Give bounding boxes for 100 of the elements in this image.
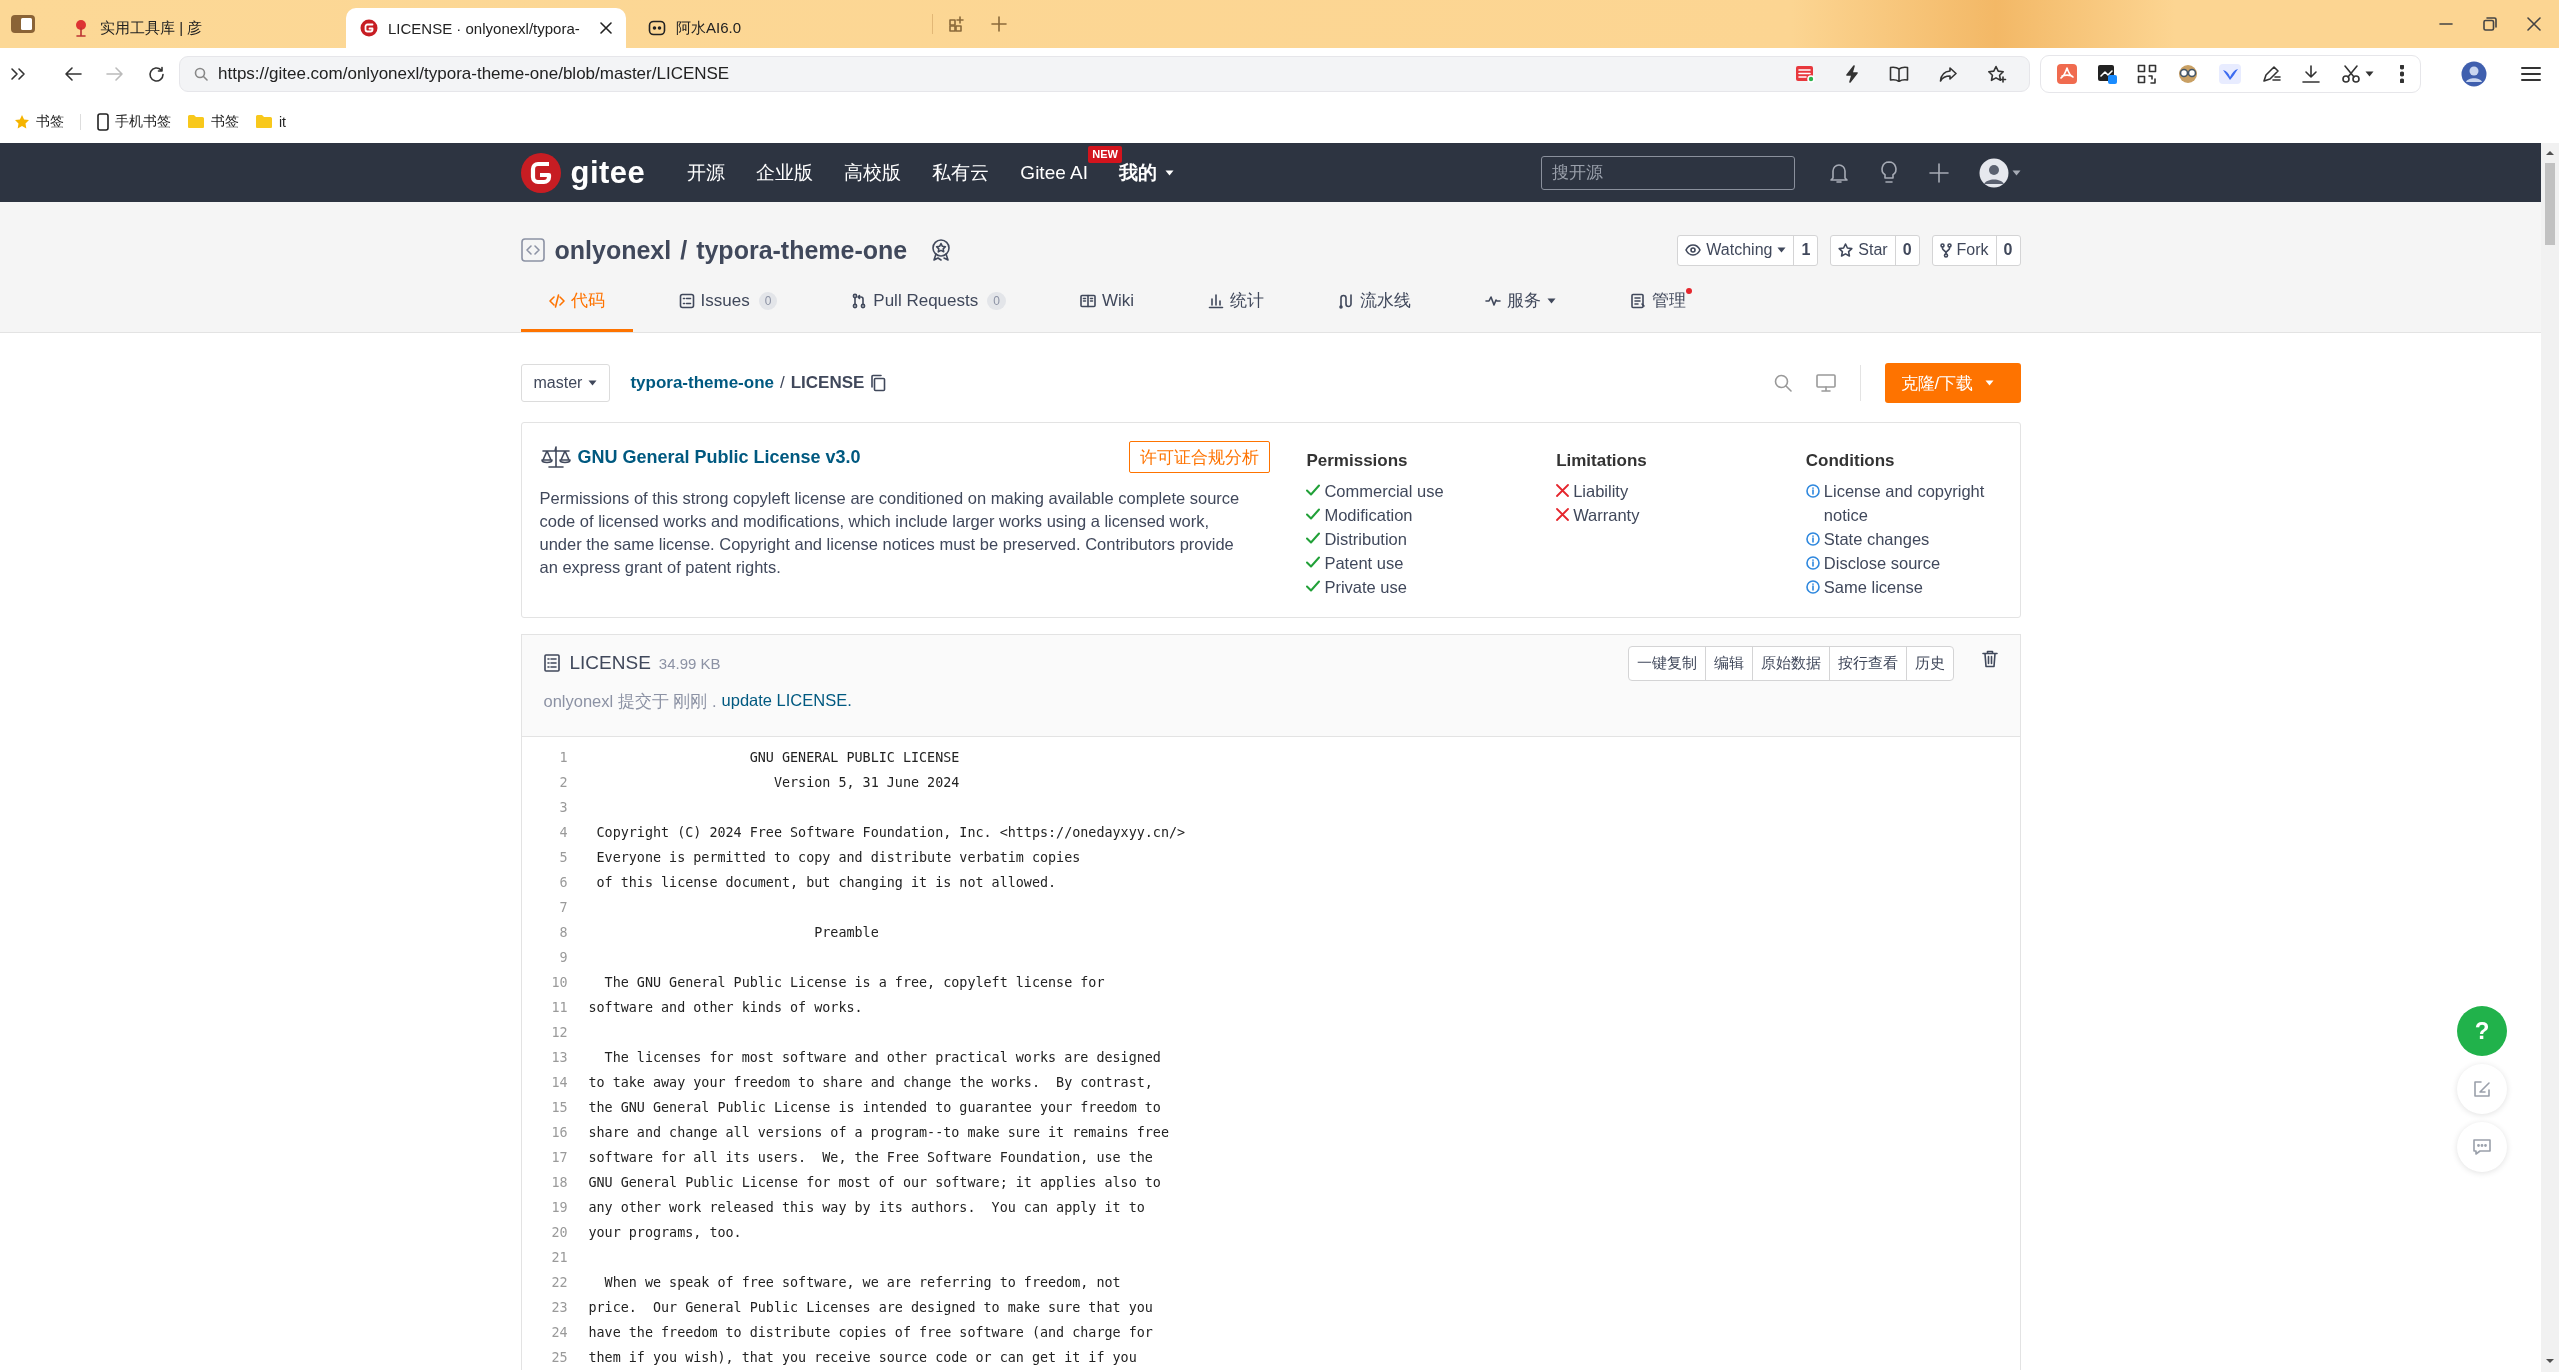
line-number: 2 <box>558 775 568 790</box>
fork-button[interactable]: Fork <box>1932 235 1996 265</box>
browser-tab[interactable]: 阿水AI6.0 <box>634 8 914 48</box>
cross-icon <box>1556 484 1570 497</box>
close-icon[interactable] <box>2527 17 2541 31</box>
nav-link[interactable]: Gitee AI <box>1020 161 1088 184</box>
gitee-logo-icon[interactable] <box>520 152 561 193</box>
plus-icon[interactable] <box>1928 162 1949 183</box>
star-icon <box>1838 242 1854 258</box>
nav-link[interactable]: 高校版 <box>844 159 902 186</box>
lightbulb-icon[interactable] <box>1878 160 1899 185</box>
repo-name-link[interactable]: typora-theme-one <box>696 235 908 265</box>
file-action-button[interactable]: 按行查看 <box>1828 646 1906 680</box>
pdf-icon[interactable] <box>2057 64 2077 84</box>
menu-icon[interactable] <box>2521 66 2541 82</box>
repo-tab[interactable]: Pull Requests 0 <box>823 272 1034 332</box>
count-badge: 0 <box>758 291 778 310</box>
code-line: price. Our General Public Licenses are designed to make sure that you <box>588 1300 1153 1315</box>
share-icon[interactable] <box>1939 66 1957 82</box>
repo-link[interactable]: typora-theme-one <box>630 373 774 393</box>
more-icon[interactable] <box>2400 65 2404 83</box>
bell-icon[interactable] <box>1828 161 1849 184</box>
star-count[interactable]: 0 <box>1894 235 1919 265</box>
code-line: Preamble <box>813 925 879 940</box>
commit-info: onlyonexl 提交于 刚刚 . <box>543 691 717 712</box>
gitee-logo-icon <box>360 19 378 37</box>
eye-button[interactable]: Watching <box>1678 235 1794 265</box>
line-number: 1 <box>558 750 568 765</box>
new-tab-icon[interactable] <box>991 16 1007 32</box>
screenshot-icon[interactable] <box>2097 64 2117 84</box>
browser-tab[interactable]: LICENSE · onlyonexl/typora- <box>346 8 626 48</box>
code-line: them if you wish), that you receive source code or can get it if you <box>588 1350 1137 1365</box>
nav-link[interactable]: 企业版 <box>756 159 814 186</box>
file-action-button[interactable]: 历史 <box>1905 646 1953 680</box>
notification-dot <box>1686 288 1692 294</box>
repo-owner-link[interactable]: onlyonexl <box>554 235 672 265</box>
branch-selector[interactable]: master <box>520 364 611 402</box>
gitee-logo-text[interactable]: gitee <box>570 154 646 191</box>
browser-tab[interactable]: 实用工具库 | 彦 <box>58 8 338 48</box>
star-plus-icon[interactable] <box>1987 65 2007 83</box>
bookmark-link[interactable]: 书签 <box>36 112 64 131</box>
repo-tab[interactable]: 管理 <box>1602 272 1714 332</box>
repo-tab[interactable]: 流水线 <box>1310 272 1439 332</box>
line-number: 21 <box>550 1250 568 1265</box>
qr-code-icon[interactable] <box>2137 64 2157 84</box>
file-action-button[interactable]: 编辑 <box>1704 646 1752 680</box>
tab-grid-icon[interactable] <box>949 16 965 32</box>
scales-icon <box>539 445 572 469</box>
bookmark-link[interactable]: 书签 <box>211 112 239 131</box>
repo-tab[interactable]: 服务 <box>1457 272 1584 332</box>
trash-icon[interactable] <box>1981 650 1998 668</box>
repo-tab[interactable]: Issues 0 <box>650 272 806 332</box>
nav-link[interactable]: 开源 <box>687 159 726 186</box>
bookmark-link[interactable]: it <box>279 113 286 130</box>
reload-icon[interactable] <box>148 65 165 83</box>
license-rule: Same license <box>1823 577 1923 598</box>
search-icon[interactable] <box>1773 374 1792 392</box>
bookmark-link[interactable]: 手机书签 <box>115 112 171 131</box>
back-icon[interactable] <box>64 66 82 82</box>
line-number: 16 <box>550 1125 568 1140</box>
file-action-button[interactable]: 原始数据 <box>1751 646 1829 680</box>
close-icon[interactable] <box>600 22 612 34</box>
repo-tab[interactable]: Wiki <box>1051 272 1162 332</box>
code-line: software and other kinds of works. <box>588 1000 863 1015</box>
license-description: Permissions of this strong copyleft license are conditioned on making available complete source code of licensed works and modifications, which include larger works using a licensed work, under the same license. Copyright and license notices must be preserved. Contributors provide an express grant of patent rights. <box>539 488 1240 578</box>
vertical-tabs-icon[interactable] <box>10 14 36 34</box>
caret-icon <box>2011 169 2021 176</box>
line-number: 3 <box>558 800 568 815</box>
info-icon <box>1805 556 1820 570</box>
search-field[interactable]: 搜开源 <box>1540 155 1795 190</box>
file-action-button[interactable]: 一键复制 <box>1628 646 1705 680</box>
extension-icon[interactable] <box>2177 64 2199 84</box>
line-number: 19 <box>550 1200 568 1215</box>
code-line: the GNU General Public License is intended to guarantee your freedom to <box>588 1100 1161 1115</box>
star-button[interactable]: Star <box>1831 235 1895 265</box>
stats-icon <box>1208 292 1224 309</box>
column-heading: Permissions <box>1306 451 1409 471</box>
book-icon[interactable] <box>1889 66 1909 82</box>
line-number: 4 <box>558 825 568 840</box>
license-title: GNU General Public License v3.0 <box>577 446 861 468</box>
address-bar[interactable]: https://gitee.com/onlyonexl/typora-theme-one/blob/master/LICENSE <box>179 56 2030 92</box>
commit-message-link[interactable]: update LICENSE. <box>721 691 852 713</box>
repo-tab[interactable]: 统计 <box>1180 272 1292 332</box>
avatar-icon[interactable] <box>1978 157 2009 188</box>
scissors-icon[interactable] <box>2341 64 2361 84</box>
restore-icon[interactable] <box>2483 17 2497 31</box>
info-icon <box>1805 484 1820 498</box>
expand-icon[interactable] <box>10 66 26 82</box>
pen-icon[interactable] <box>2261 64 2281 84</box>
eye-count[interactable]: 1 <box>1793 235 1818 265</box>
reader-icon[interactable] <box>1795 65 1815 83</box>
fork-count[interactable]: 0 <box>1995 235 2020 265</box>
avatar-icon[interactable] <box>2461 61 2487 87</box>
nav-link[interactable]: 私有云 <box>932 159 990 186</box>
code-line: software for all its users. We, the Free Software Foundation, use the <box>588 1150 1153 1165</box>
caret-icon <box>2365 71 2374 77</box>
lightning-icon[interactable] <box>1845 65 1859 83</box>
copy-icon[interactable] <box>870 374 887 392</box>
line-number: 23 <box>550 1300 568 1315</box>
download-icon[interactable] <box>2301 64 2321 84</box>
